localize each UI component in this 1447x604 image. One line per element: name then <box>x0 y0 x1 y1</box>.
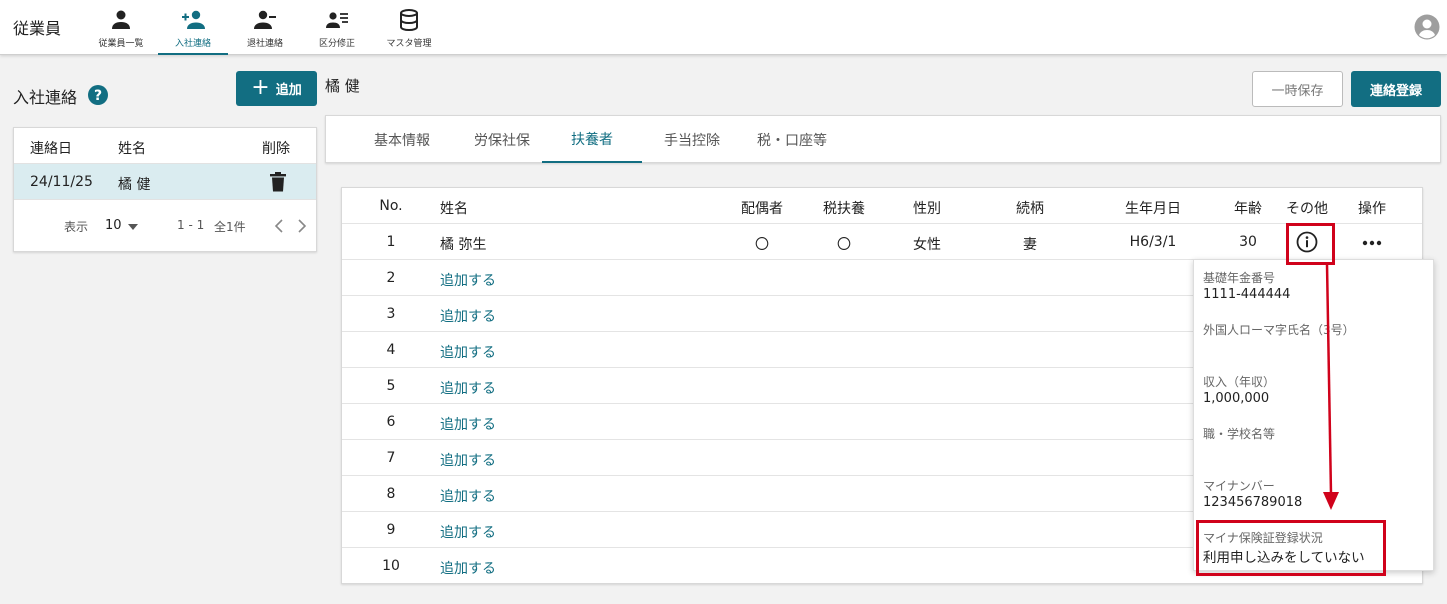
row-no: 1 <box>386 234 396 250</box>
notice-list: 連絡日 姓名 削除 24/11/25 橘 健 表示 10 1 - 1 全1件 <box>13 127 317 252</box>
svg-text:?: ? <box>94 88 102 104</box>
account-avatar-icon[interactable] <box>1414 14 1440 40</box>
list-header: 連絡日 姓名 削除 <box>14 128 316 164</box>
add-dependent-link[interactable]: 追加する <box>440 558 496 578</box>
table-header: No. 姓名 配偶者 税扶養 性別 続柄 生年月日 年齢 その他 操作 <box>342 188 1422 224</box>
add-dependent-link[interactable]: 追加する <box>440 270 496 290</box>
tab-basic-info[interactable]: 基本情報 <box>347 116 457 163</box>
column-header-tax-dependent: 税扶養 <box>823 201 865 217</box>
chevron-right-icon[interactable] <box>297 219 307 233</box>
info-icon-highlight <box>1286 223 1335 265</box>
row-no: 10 <box>382 558 400 574</box>
page-title: 入社連絡 <box>13 88 78 107</box>
income-value: 1,000,000 <box>1203 391 1270 406</box>
per-page-label: 表示 <box>64 220 89 234</box>
selected-employee-name: 橘 健 <box>325 77 360 95</box>
row-age: 30 <box>1239 234 1257 250</box>
plus-icon: + <box>251 74 270 100</box>
person-icon <box>112 10 130 29</box>
nav-label: 区分修正 <box>318 39 355 49</box>
income-label: 収入（年収） <box>1203 375 1276 389</box>
column-header-action: 操作 <box>1358 201 1386 217</box>
row-no: 2 <box>386 270 396 286</box>
row-tax-dependent: 〇 <box>837 237 851 253</box>
column-header-other: その他 <box>1286 201 1328 217</box>
add-button[interactable]: + 追加 <box>236 71 317 106</box>
pension-number-value: 1111-444444 <box>1203 287 1291 302</box>
page-range: 1 - 1 <box>177 218 205 232</box>
row-gender: 女性 <box>913 237 941 253</box>
nav-category-edit[interactable]: 区分修正 <box>302 0 372 55</box>
chevron-down-icon[interactable] <box>128 224 138 230</box>
list-row[interactable]: 24/11/25 橘 健 <box>14 164 316 200</box>
column-header-birthdate: 生年月日 <box>1125 201 1181 217</box>
pension-number-label: 基礎年金番号 <box>1203 271 1276 285</box>
row-no: 9 <box>386 522 396 538</box>
nav-label: 従業員一覧 <box>98 39 144 49</box>
nav-employee-list[interactable]: 従業員一覧 <box>86 0 156 55</box>
row-spouse: 〇 <box>755 237 769 253</box>
row-date: 24/11/25 <box>30 174 93 190</box>
job-school-label: 職・学校名等 <box>1203 427 1276 441</box>
row-birthdate: H6/3/1 <box>1129 234 1177 250</box>
column-header-no: No. <box>379 198 403 214</box>
table-row: 1 橘 弥生 〇 〇 女性 妻 H6/3/1 30 <box>342 224 1422 260</box>
tab-insurance[interactable]: 労保社保 <box>447 116 557 163</box>
row-no: 7 <box>386 450 396 466</box>
chevron-left-icon[interactable] <box>274 219 284 233</box>
column-header-name: 姓名 <box>440 201 468 217</box>
person-add-icon <box>182 10 205 29</box>
temp-save-button[interactable]: 一時保存 <box>1252 71 1343 107</box>
nav-hire-notice[interactable]: 入社連絡 <box>158 0 228 55</box>
add-dependent-link[interactable]: 追加する <box>440 486 496 506</box>
add-button-label: 追加 <box>275 83 302 98</box>
row-no: 8 <box>386 486 396 502</box>
add-dependent-link[interactable]: 追加する <box>440 414 496 434</box>
insurance-status-highlight <box>1196 520 1386 576</box>
add-dependent-link[interactable]: 追加する <box>440 450 496 470</box>
nav-master-admin[interactable]: マスタ管理 <box>374 0 444 55</box>
column-header-delete: 削除 <box>262 141 290 157</box>
column-header-age: 年齢 <box>1234 201 1262 217</box>
row-no: 4 <box>386 342 396 358</box>
column-header-name: 姓名 <box>118 141 146 157</box>
tab-dependents[interactable]: 扶養者 <box>542 116 642 163</box>
nav-label: マスタ管理 <box>386 39 432 49</box>
pagination: 表示 10 1 - 1 全1件 <box>14 208 316 244</box>
row-no: 6 <box>386 414 396 430</box>
register-button[interactable]: 連絡登録 <box>1351 71 1441 107</box>
app-title: 従業員 <box>13 19 62 38</box>
top-navigation-bar: 従業員 従業員一覧 入社連絡 退社連絡 区分修正 マスタ管理 <box>0 0 1447 55</box>
person-list-icon <box>326 12 348 28</box>
column-header-date: 連絡日 <box>30 141 72 157</box>
row-no: 5 <box>386 378 396 394</box>
add-dependent-link[interactable]: 追加する <box>440 378 496 398</box>
column-header-relation: 続柄 <box>1016 201 1044 217</box>
row-relation: 妻 <box>1023 237 1037 253</box>
tab-bar: 基本情報 労保社保 扶養者 手当控除 税・口座等 <box>325 115 1441 163</box>
person-remove-icon <box>254 10 276 29</box>
help-icon[interactable]: ? <box>88 85 108 105</box>
column-header-gender: 性別 <box>913 201 941 217</box>
add-dependent-link[interactable]: 追加する <box>440 522 496 542</box>
nav-label: 退社連絡 <box>246 39 283 49</box>
nav-label: 入社連絡 <box>174 39 211 49</box>
add-dependent-link[interactable]: 追加する <box>440 306 496 326</box>
nav-leave-notice[interactable]: 退社連絡 <box>230 0 300 55</box>
my-number-label: マイナンバー <box>1203 479 1275 493</box>
trash-icon[interactable] <box>269 172 287 192</box>
tab-tax-account[interactable]: 税・口座等 <box>742 116 842 163</box>
annotation-arrow <box>1323 263 1339 510</box>
add-dependent-link[interactable]: 追加する <box>440 342 496 362</box>
row-name: 橘 健 <box>118 177 151 193</box>
database-icon <box>400 9 418 32</box>
per-page-select[interactable]: 10 <box>105 218 122 233</box>
my-number-value: 123456789018 <box>1203 495 1303 510</box>
column-header-spouse: 配偶者 <box>741 201 783 217</box>
more-horizontal-icon[interactable] <box>1362 240 1382 246</box>
row-name: 橘 弥生 <box>440 237 487 253</box>
row-no: 3 <box>386 306 396 322</box>
tab-allowances[interactable]: 手当控除 <box>642 116 742 163</box>
total-count: 全1件 <box>214 220 246 234</box>
